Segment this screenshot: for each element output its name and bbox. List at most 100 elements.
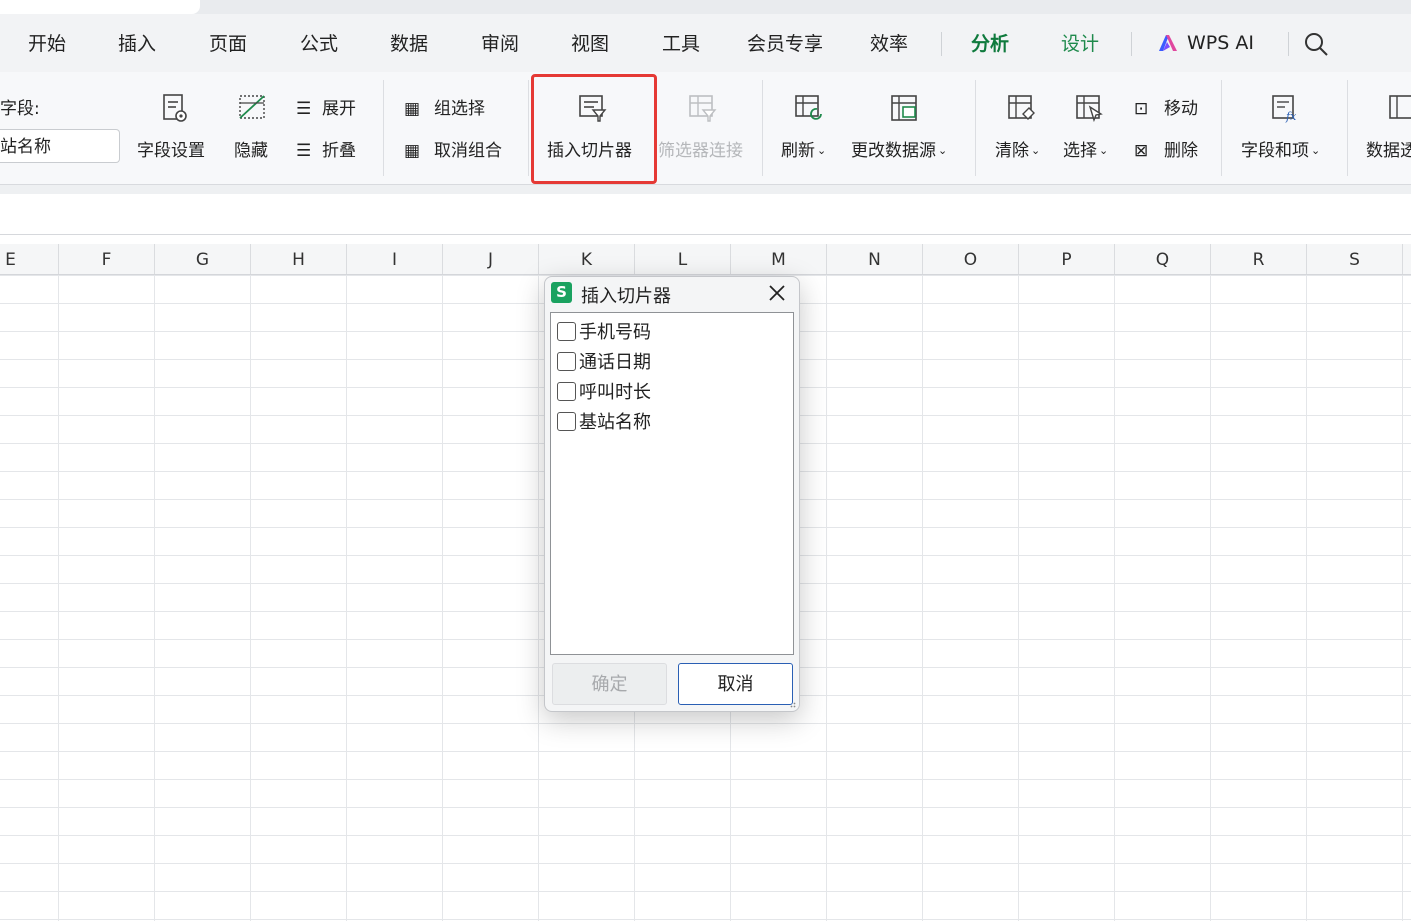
menu-divider	[1288, 32, 1289, 56]
menu-insert[interactable]: 插入	[118, 32, 156, 56]
filter-connection-button[interactable]: 筛选器连接	[658, 92, 746, 162]
menu-analyze[interactable]: 分析	[971, 32, 1009, 56]
menu-view[interactable]: 视图	[571, 32, 609, 56]
column-header-k[interactable]: K	[539, 244, 635, 274]
field-option-station-name[interactable]: 基站名称	[557, 409, 651, 433]
field-option-phone[interactable]: 手机号码	[557, 319, 651, 343]
insert-slicer-highlight	[531, 74, 657, 184]
menu-page[interactable]: 页面	[209, 32, 247, 56]
wps-ai-button[interactable]: WPS AI	[1157, 32, 1254, 54]
ribbon-divider	[1221, 80, 1222, 176]
wps-ai-label: WPS AI	[1187, 32, 1254, 54]
group-select-icon: ▦	[404, 99, 421, 119]
refresh-button[interactable]: 刷新 ⌄	[781, 92, 835, 162]
ungroup-button[interactable]: ▦ 取消组合	[404, 136, 502, 161]
group-select-label: 组选择	[434, 99, 485, 119]
checkbox[interactable]	[557, 411, 576, 431]
menu-formula[interactable]: 公式	[300, 32, 338, 56]
column-header-m[interactable]: M	[731, 244, 827, 274]
field-option-call-date[interactable]: 通话日期	[557, 349, 651, 373]
insert-slicer-dialog: S 插入切片器 手机号码 通话日期 呼叫时长 基站名称 确定 取消	[544, 276, 800, 712]
field-settings-button[interactable]: 字段设置	[137, 92, 211, 162]
column-header-r[interactable]: R	[1211, 244, 1307, 274]
field-option-label: 通话日期	[579, 352, 651, 373]
slicer-field-list[interactable]: 手机号码 通话日期 呼叫时长 基站名称	[550, 312, 794, 655]
checkbox[interactable]	[557, 351, 576, 371]
formula-fields-icon: fx	[1272, 95, 1297, 123]
select-button[interactable]: 选择 ⌄	[1063, 92, 1115, 162]
change-source-button[interactable]: 更改数据源 ⌄	[851, 92, 957, 162]
menu-data[interactable]: 数据	[390, 32, 428, 56]
move-button[interactable]: ⊡ 移动	[1134, 94, 1198, 119]
column-header-l[interactable]: L	[635, 244, 731, 274]
close-icon[interactable]	[765, 281, 789, 305]
formula-bar[interactable]	[0, 194, 1411, 235]
hide-button[interactable]: 隐藏	[234, 92, 270, 162]
change-source-label: 更改数据源 ⌄	[851, 141, 948, 161]
clear-button[interactable]: 清除 ⌄	[995, 92, 1047, 162]
dialog-titlebar[interactable]: S 插入切片器	[545, 277, 799, 309]
delete-icon: ⊠	[1134, 141, 1149, 161]
resize-grip-icon[interactable]	[788, 700, 796, 708]
pivot-data-button[interactable]: 数据透	[1366, 92, 1411, 162]
select-label: 选择 ⌄	[1063, 141, 1109, 161]
collapse-button[interactable]: ☰ 折叠	[296, 136, 356, 161]
menu-bar: 开始 插入 页面 公式 数据 审阅 视图 工具 会员专享 效率 分析 设计 WP…	[0, 14, 1411, 76]
ribbon-divider	[1347, 80, 1348, 176]
cancel-button[interactable]: 取消	[678, 663, 793, 705]
delete-button[interactable]: ⊠ 删除	[1134, 136, 1198, 161]
column-header-g[interactable]: G	[155, 244, 251, 274]
column-gridline	[1018, 275, 1019, 921]
menu-divider	[1131, 32, 1132, 56]
column-header-j[interactable]: J	[443, 244, 539, 274]
column-gridline	[58, 275, 59, 921]
search-icon[interactable]	[1303, 31, 1329, 57]
menu-efficiency[interactable]: 效率	[870, 32, 908, 56]
column-header-s[interactable]: S	[1307, 244, 1403, 274]
menu-home[interactable]: 开始	[28, 32, 66, 56]
column-gridline	[346, 275, 347, 921]
move-icon: ⊡	[1134, 99, 1149, 119]
ribbon-divider	[528, 80, 529, 176]
spreadsheet-app-icon: S	[551, 282, 572, 303]
field-settings-label: 字段设置	[137, 141, 205, 161]
menu-tools[interactable]: 工具	[662, 32, 700, 56]
field-settings-icon	[163, 94, 187, 122]
ribbon-toolbar: 字段: 站名称 字段设置 隐藏 ☰ 展开 ☰ 折叠 ▦ 组选择 ▦ 取消组合 插…	[0, 72, 1411, 185]
active-document-tab[interactable]	[0, 0, 200, 14]
expand-button[interactable]: ☰ 展开	[296, 94, 356, 119]
group-select-button[interactable]: ▦ 组选择	[404, 94, 485, 119]
column-gridline	[1210, 275, 1211, 921]
column-gridline	[442, 275, 443, 921]
checkbox[interactable]	[557, 321, 576, 341]
menu-member[interactable]: 会员专享	[747, 32, 823, 56]
column-header-o[interactable]: O	[923, 244, 1019, 274]
ribbon-divider	[383, 80, 384, 176]
column-header-p[interactable]: P	[1019, 244, 1115, 274]
collapse-label: 折叠	[322, 141, 356, 161]
active-field-value: 站名称	[0, 137, 51, 157]
column-gridline	[154, 275, 155, 921]
checkbox[interactable]	[557, 381, 576, 401]
field-option-call-duration[interactable]: 呼叫时长	[557, 379, 651, 403]
column-gridline	[826, 275, 827, 921]
refresh-icon	[795, 95, 822, 120]
field-option-label: 手机号码	[579, 322, 651, 343]
hide-label: 隐藏	[234, 141, 268, 161]
active-field-input[interactable]: 站名称	[0, 129, 120, 163]
menu-review[interactable]: 审阅	[481, 32, 519, 56]
column-header-e[interactable]: E	[0, 244, 59, 274]
collapse-icon: ☰	[296, 141, 312, 161]
column-header-n[interactable]: N	[827, 244, 923, 274]
column-header-h[interactable]: H	[251, 244, 347, 274]
ok-button[interactable]: 确定	[552, 663, 667, 705]
filter-connection-label: 筛选器连接	[658, 141, 743, 161]
fields-items-button[interactable]: fx 字段和项 ⌄	[1241, 92, 1329, 162]
dialog-title: 插入切片器	[581, 286, 671, 307]
column-header-i[interactable]: I	[347, 244, 443, 274]
pivot-data-label: 数据透	[1366, 141, 1411, 161]
column-header-q[interactable]: Q	[1115, 244, 1211, 274]
ribbon-gap	[0, 185, 1411, 194]
column-header-f[interactable]: F	[59, 244, 155, 274]
menu-design[interactable]: 设计	[1061, 32, 1099, 56]
